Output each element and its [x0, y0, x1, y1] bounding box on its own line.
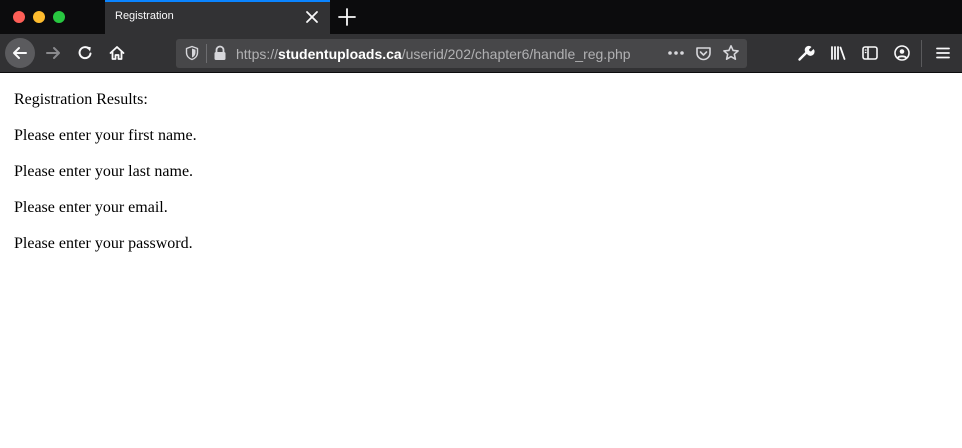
error-message-password: Please enter your password.	[14, 235, 193, 252]
tab-strip: Registration	[0, 0, 962, 34]
url-path: /userid/202/chapter6/handle_reg.php	[401, 46, 631, 62]
close-icon[interactable]	[303, 8, 321, 26]
pocket-icon[interactable]	[695, 45, 712, 62]
forward-button[interactable]	[38, 38, 68, 68]
more-dots-icon[interactable]	[666, 45, 686, 61]
error-message-email: Please enter your email.	[14, 199, 168, 216]
reload-button[interactable]	[70, 38, 100, 68]
tab-title: Registration	[115, 10, 174, 22]
error-message-last-name: Please enter your last name.	[14, 163, 194, 180]
shield-icon[interactable]	[184, 45, 200, 61]
error-message-first-name: Please enter your first name.	[14, 127, 197, 144]
url-text[interactable]: https://studentuploads.ca/userid/202/cha…	[236, 46, 631, 62]
back-arrow-icon	[13, 47, 27, 59]
page-content: Registration Results: Please enter your …	[14, 90, 197, 270]
forward-arrow-icon	[46, 47, 60, 59]
back-button[interactable]	[5, 38, 35, 68]
sidebar-icon[interactable]	[861, 44, 879, 62]
url-separator	[206, 44, 207, 63]
hamburger-menu-icon[interactable]	[934, 44, 952, 62]
reload-icon	[78, 46, 92, 60]
address-bar[interactable]: https://studentuploads.ca/userid/202/cha…	[176, 39, 747, 68]
window-maximize-button[interactable]	[53, 11, 65, 23]
home-icon	[109, 46, 125, 60]
navigation-toolbar: https://studentuploads.ca/userid/202/cha…	[0, 34, 962, 73]
home-button[interactable]	[102, 38, 132, 68]
plus-icon[interactable]	[336, 6, 358, 28]
window-minimize-button[interactable]	[33, 11, 45, 23]
tab-registration[interactable]: Registration	[105, 0, 330, 34]
lock-icon[interactable]	[213, 45, 227, 61]
page-heading: Registration Results:	[14, 91, 148, 108]
url-domain: studentuploads.ca	[278, 46, 402, 62]
account-icon[interactable]	[893, 44, 911, 62]
url-protocol: https://	[236, 46, 279, 62]
window-close-button[interactable]	[13, 11, 25, 23]
tab-active-indicator	[105, 0, 330, 2]
star-icon[interactable]	[722, 44, 740, 62]
library-icon[interactable]	[829, 44, 847, 62]
toolbar-separator	[921, 40, 922, 67]
wrench-icon[interactable]	[797, 44, 815, 62]
